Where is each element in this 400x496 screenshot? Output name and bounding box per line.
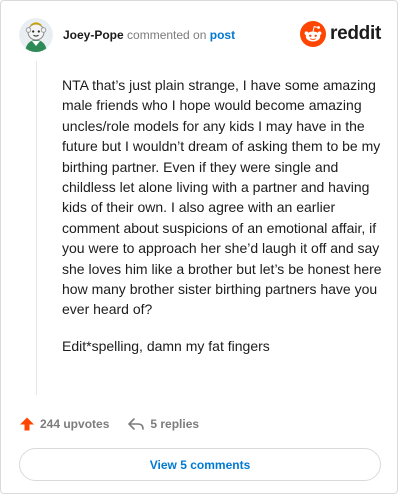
user-avatar[interactable] bbox=[19, 18, 53, 52]
view-comments-button[interactable]: View 5 comments bbox=[19, 448, 381, 481]
upvote-button[interactable]: 244 upvotes bbox=[19, 416, 109, 432]
comment-body: NTA that’s just plain strange, I have so… bbox=[62, 75, 382, 372]
reply-arrow-icon bbox=[128, 418, 145, 430]
thread-line[interactable] bbox=[36, 61, 37, 395]
brand-wordmark: reddit bbox=[330, 23, 381, 44]
post-link[interactable]: post bbox=[210, 28, 235, 42]
action-text: commented on bbox=[127, 28, 207, 42]
comment-paragraph: Edit*spelling, damn my fat fingers bbox=[62, 337, 270, 354]
comment-paragraph: NTA that’s just plain strange, I have so… bbox=[62, 77, 382, 318]
comment-footer: 244 upvotes 5 replies bbox=[19, 414, 199, 434]
upvote-count: 244 upvotes bbox=[40, 417, 110, 431]
comment-byline: Joey-Pope commented on post bbox=[63, 28, 235, 42]
comment-card: Joey-Pope commented on post reddit NTA t… bbox=[0, 0, 398, 494]
replies-button[interactable]: 5 replies bbox=[127, 416, 199, 432]
avatar-icon bbox=[19, 18, 53, 52]
comment-header: Joey-Pope commented on post reddit bbox=[19, 18, 381, 52]
upvote-arrow-icon bbox=[20, 417, 34, 431]
author-username[interactable]: Joey-Pope bbox=[63, 28, 124, 42]
reddit-logo-icon bbox=[300, 21, 327, 47]
replies-count: 5 replies bbox=[150, 417, 200, 431]
reddit-brand[interactable]: reddit bbox=[300, 21, 381, 47]
